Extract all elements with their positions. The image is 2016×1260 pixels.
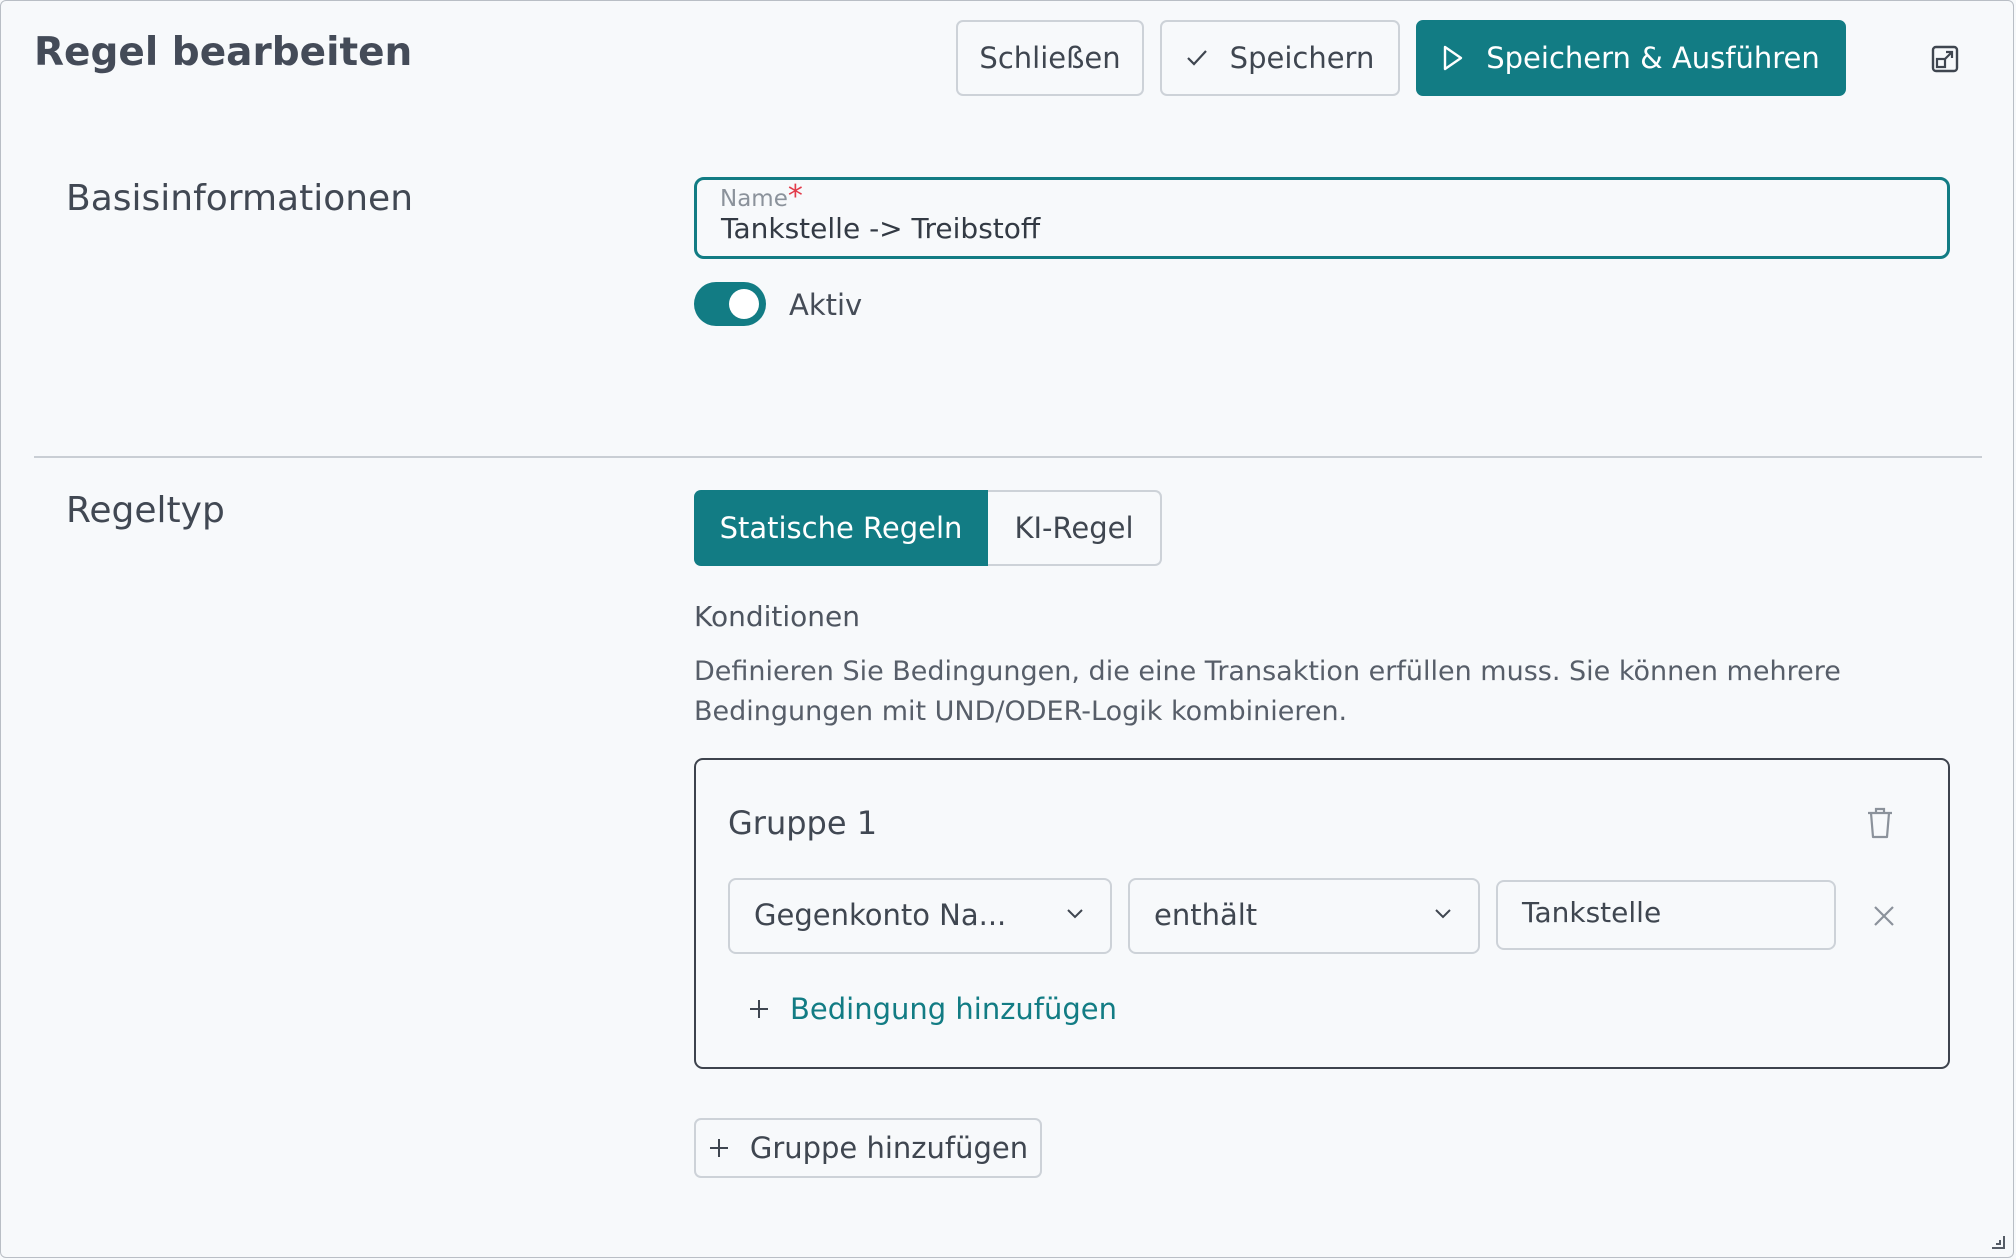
section-label-rule-type: Regeltyp [66, 490, 225, 531]
save-button[interactable]: Speichern [1160, 20, 1400, 96]
close-button-label: Schließen [979, 41, 1121, 75]
conditions-description: Definieren Sie Bedingungen, die eine Tra… [694, 656, 1841, 727]
chevron-down-icon [1067, 909, 1083, 919]
segment-ai-rule[interactable]: KI-Regel [988, 490, 1162, 566]
segment-static-rules[interactable]: Statische Regeln [694, 490, 988, 566]
resize-grip-icon[interactable] [1988, 1232, 2006, 1250]
condition-value-text: Tankstelle [1522, 896, 1662, 929]
play-icon [1444, 45, 1463, 71]
chevron-down-icon [1435, 909, 1451, 919]
condition-operator-value: enthält [1154, 898, 1258, 932]
add-condition-button[interactable]: Bedingung hinzufügen [748, 992, 1117, 1026]
plus-icon [750, 1000, 768, 1018]
name-field-value: Tankstelle -> Treibstoff [721, 212, 1041, 245]
active-toggle-label: Aktiv [789, 288, 863, 322]
group-title: Gruppe 1 [728, 804, 878, 842]
condition-operator-select[interactable]: enthält [1128, 878, 1480, 954]
close-button[interactable]: Schließen [956, 20, 1144, 96]
required-marker: * [787, 179, 803, 214]
dialog-title: Regel bearbeiten [34, 30, 413, 75]
active-toggle[interactable] [694, 282, 766, 326]
add-condition-label: Bedingung hinzufügen [790, 992, 1118, 1026]
trash-icon[interactable] [1864, 806, 1896, 840]
conditions-heading: Konditionen [694, 600, 861, 633]
save-and-run-button-label: Speichern & Ausführen [1486, 41, 1820, 75]
name-field-label: Name* [720, 182, 803, 213]
section-divider [34, 456, 1982, 458]
plus-icon [709, 1139, 728, 1157]
check-icon [1186, 50, 1207, 66]
maximize-icon[interactable] [1930, 44, 1960, 74]
save-button-label: Speichern [1229, 41, 1375, 75]
name-field[interactable]: Name* Tankstelle -> Treibstoff [694, 177, 1950, 259]
name-label-text: Name [720, 186, 788, 212]
section-label-basis: Basisinformationen [66, 178, 414, 219]
add-group-label: Gruppe hinzufügen [749, 1131, 1029, 1165]
close-icon[interactable] [1872, 904, 1896, 928]
active-toggle-knob [729, 289, 759, 319]
condition-field-select[interactable]: Gegenkonto Na... [728, 878, 1112, 954]
condition-group: Gruppe 1 Gegenkonto Na... enthält Tankst… [694, 758, 1950, 1069]
condition-field-value: Gegenkonto Na... [754, 898, 1007, 932]
add-group-button[interactable]: Gruppe hinzufügen [694, 1118, 1042, 1178]
save-and-run-button[interactable]: Speichern & Ausführen [1416, 20, 1846, 96]
condition-value-input[interactable]: Tankstelle [1496, 880, 1836, 950]
